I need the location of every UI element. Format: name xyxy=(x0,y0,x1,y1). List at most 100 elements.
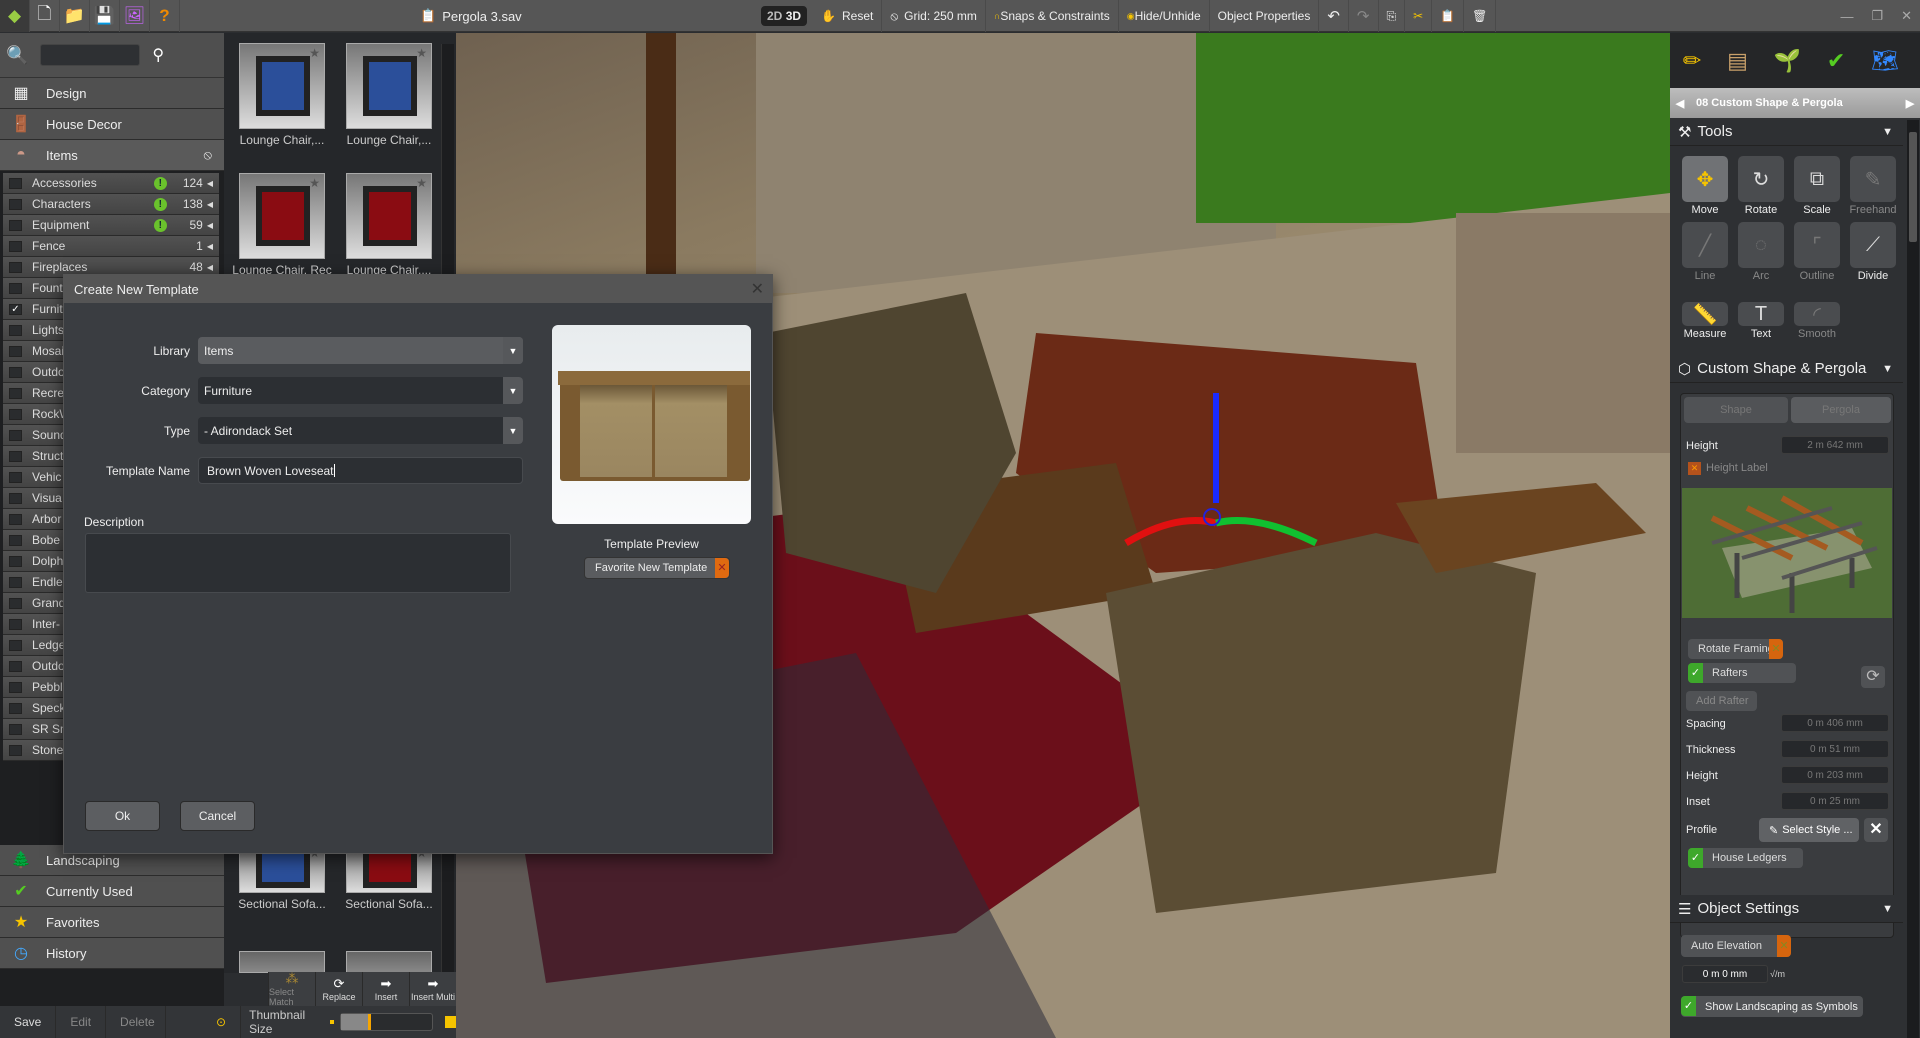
category-design[interactable]: ▦ Design xyxy=(0,78,224,109)
reset-button[interactable]: ✋ Reset xyxy=(813,0,883,32)
check-icon[interactable]: ✔ xyxy=(1827,48,1845,74)
tool-arc-button[interactable]: ◌ xyxy=(1738,222,1784,268)
tool-line-button[interactable]: ╱ xyxy=(1682,222,1728,268)
search-input[interactable] xyxy=(40,44,141,66)
app-logo-icon[interactable]: ◆ xyxy=(0,0,30,32)
checkbox[interactable] xyxy=(9,450,22,462)
thumbnail-item[interactable]: ★ xyxy=(346,43,432,129)
mode-2d-button[interactable]: 2D xyxy=(767,9,782,23)
checkbox[interactable] xyxy=(9,324,22,336)
save-icon[interactable]: 💾 xyxy=(90,0,120,32)
thumbnail-size-slider[interactable] xyxy=(340,1013,434,1031)
auto-elevation-toggle[interactable]: Auto Elevation ✕ xyxy=(1681,935,1791,957)
template-name-input[interactable]: Brown Woven Loveseat xyxy=(198,457,523,484)
help-icon[interactable]: ? xyxy=(150,0,180,32)
pergola-tab[interactable]: Pergola xyxy=(1791,397,1891,423)
checkbox[interactable] xyxy=(9,261,22,273)
render-image-icon[interactable]: 🖼 xyxy=(120,0,150,32)
favorite-star-icon[interactable]: ★ xyxy=(416,176,427,190)
tool-move-button[interactable]: ✥ xyxy=(1682,156,1728,202)
clear-filter-icon[interactable]: ⦸ xyxy=(204,147,212,163)
tool-divide-button[interactable]: ⟋ xyxy=(1850,222,1896,268)
subcategory-item[interactable]: Fence 1 ◀ xyxy=(3,236,219,257)
tool-measure-button[interactable]: 📏 xyxy=(1682,302,1728,326)
checkbox[interactable] xyxy=(9,387,22,399)
snaps-button[interactable]: ∩ Snaps & Constraints xyxy=(986,0,1119,32)
properties-scrollbar[interactable] xyxy=(1907,120,1919,1038)
hide-unhide-button[interactable]: ◉ Hide/Unhide xyxy=(1119,0,1210,32)
checkbox[interactable] xyxy=(9,471,22,483)
subcategory-item[interactable]: Accessories! 124 ◀ xyxy=(3,173,219,194)
insert-multi-button[interactable]: ➡ Insert Multi xyxy=(409,972,456,1006)
thumbnail-size-handle[interactable] xyxy=(368,1014,372,1030)
import-icon[interactable]: ⊙ xyxy=(202,1006,242,1038)
checkbox[interactable] xyxy=(9,681,22,693)
subcategory-item[interactable]: Characters! 138 ◀ xyxy=(3,194,219,215)
elevation-spinner[interactable]: 0 m 0 mm xyxy=(1682,965,1768,983)
brick-icon[interactable]: ▤ xyxy=(1727,48,1748,74)
copy-icon[interactable]: ⎘ xyxy=(1379,0,1406,32)
object-properties-button[interactable]: Object Properties xyxy=(1210,0,1320,32)
insert-button[interactable]: ➡ Insert xyxy=(362,972,409,1006)
checkbox[interactable] xyxy=(9,177,22,189)
tool-scale-button[interactable]: ⧉ xyxy=(1794,156,1840,202)
paste-icon[interactable]: 📋 xyxy=(1432,0,1465,32)
view-mode-toggle[interactable]: 2D 3D xyxy=(761,6,808,26)
cut-icon[interactable]: ✂ xyxy=(1405,0,1433,32)
rafter-height-spinner[interactable]: 0 m 203 mm xyxy=(1781,766,1889,784)
replace-button[interactable]: ⟳ Replace xyxy=(315,972,362,1006)
new-file-icon[interactable]: 🗋 xyxy=(30,0,60,32)
object-settings-header[interactable]: ☰ Object Settings ▼ xyxy=(1670,895,1903,923)
checkbox[interactable] xyxy=(9,639,22,651)
pergola-section-header[interactable]: ⬡ Custom Shape & Pergola ▼ xyxy=(1670,355,1903,383)
subcategory-item[interactable]: Equipment! 59 ◀ xyxy=(3,215,219,236)
checkbox[interactable] xyxy=(9,555,22,567)
expand-arrow-icon[interactable]: ◀ xyxy=(207,221,213,230)
checkbox[interactable] xyxy=(9,240,22,252)
checked-checkbox[interactable]: ✓ xyxy=(9,303,22,315)
category-history[interactable]: ◷ History xyxy=(0,938,224,969)
checkbox[interactable] xyxy=(9,702,22,714)
favorite-star-icon[interactable]: ★ xyxy=(416,46,427,60)
close-icon[interactable]: ✕ xyxy=(1901,8,1912,24)
favorite-new-template-toggle[interactable]: Favorite New Template ✕ xyxy=(584,557,730,579)
checkbox[interactable] xyxy=(9,345,22,357)
shape-tab[interactable]: Shape xyxy=(1684,397,1788,423)
unit-toggle[interactable]: √/m xyxy=(1770,969,1785,979)
clear-profile-button[interactable]: ✕ xyxy=(1864,818,1888,842)
thumbnail-item[interactable]: ★ xyxy=(239,173,325,259)
scrollbar-thumb[interactable] xyxy=(1909,132,1917,242)
tool-freehand-button[interactable]: ✎ xyxy=(1850,156,1896,202)
mode-3d-button[interactable]: 3D xyxy=(786,9,801,23)
category-favorites[interactable]: ★ Favorites xyxy=(0,907,224,938)
next-page-icon[interactable]: ▶ xyxy=(1900,97,1920,110)
show-landscaping-symbols-toggle[interactable]: ✓ Show Landscaping as Symbols xyxy=(1681,996,1863,1017)
add-rafter-button[interactable]: Add Rafter xyxy=(1686,691,1757,711)
rafters-toggle[interactable]: ✓ Rafters xyxy=(1688,663,1796,683)
expand-arrow-icon[interactable]: ◀ xyxy=(207,179,213,188)
checkbox[interactable] xyxy=(9,219,22,231)
house-ledgers-toggle[interactable]: ✓ House Ledgers xyxy=(1688,848,1803,868)
checkbox[interactable] xyxy=(9,723,22,735)
redo-icon[interactable]: ↷ xyxy=(1349,0,1379,32)
category-house-decor[interactable]: 🚪 House Decor xyxy=(0,109,224,140)
thumbnail-item[interactable]: ★ xyxy=(346,173,432,259)
category-items[interactable]: ◓ Items ⦸ xyxy=(0,140,224,171)
prev-page-icon[interactable]: ◀ xyxy=(1670,97,1690,110)
checkbox[interactable] xyxy=(9,534,22,546)
tool-outline-button[interactable]: ⌜ xyxy=(1794,222,1840,268)
search-button[interactable]: ⚲ xyxy=(152,45,164,65)
tools-section-header[interactable]: ⚒ Tools ▼ xyxy=(1670,118,1903,146)
spacing-spinner[interactable]: 0 m 406 mm xyxy=(1781,714,1889,732)
delete-icon[interactable]: 🗑 xyxy=(1464,0,1497,32)
checkbox[interactable] xyxy=(9,198,22,210)
minimize-icon[interactable]: — xyxy=(1840,9,1853,24)
checkbox[interactable] xyxy=(9,492,22,504)
tool-rotate-button[interactable]: ↻ xyxy=(1738,156,1784,202)
checkbox[interactable] xyxy=(9,366,22,378)
checkbox[interactable] xyxy=(9,744,22,756)
thumbnail-item[interactable] xyxy=(239,951,325,973)
edit-template-button[interactable]: Edit xyxy=(56,1006,107,1038)
checkbox[interactable] xyxy=(9,408,22,420)
save-template-button[interactable]: Save xyxy=(0,1006,57,1038)
